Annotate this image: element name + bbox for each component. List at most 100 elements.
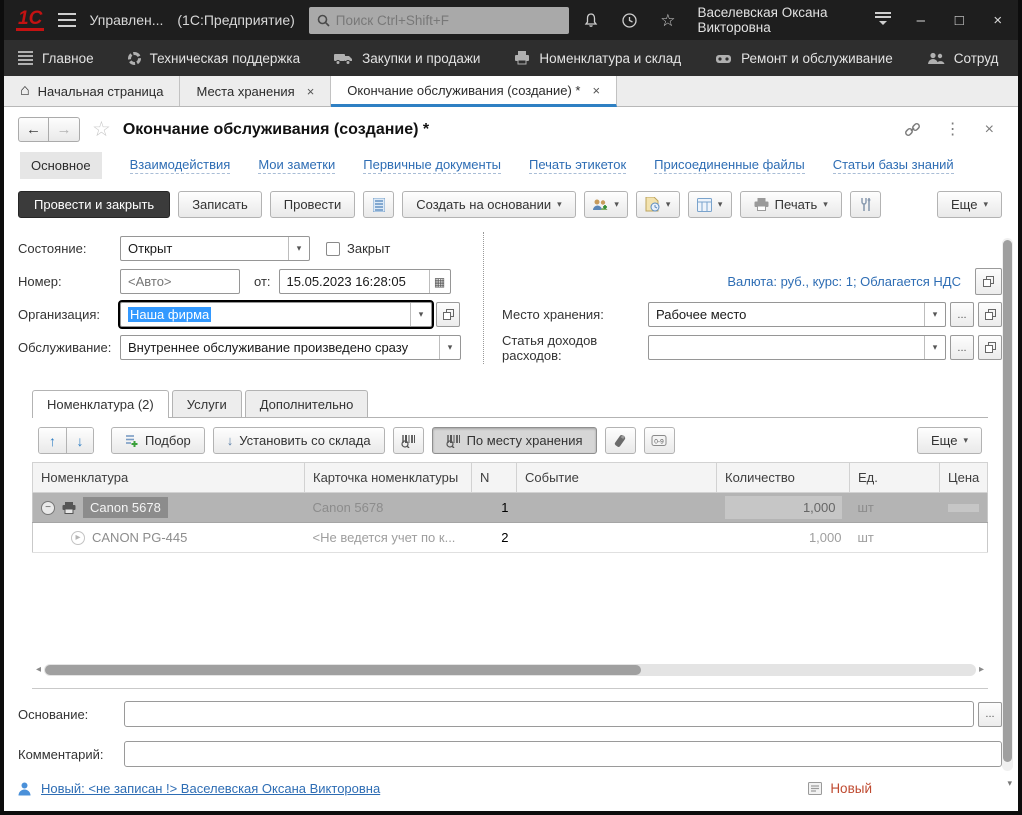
save-button[interactable]: Записать (178, 191, 262, 218)
col-unit[interactable]: Ед. (850, 463, 940, 493)
favorite-star-icon[interactable]: ☆ (92, 117, 111, 142)
number-input[interactable] (121, 274, 239, 289)
closed-checkbox[interactable] (326, 242, 340, 256)
move-row-up-button[interactable]: ↑ (39, 428, 66, 453)
item-unit[interactable]: шт (850, 523, 940, 553)
storage-place-combo[interactable]: Рабочее место ▾ (648, 302, 946, 327)
section-main[interactable]: Главное (18, 51, 94, 66)
close-tab-icon[interactable]: × (592, 83, 600, 98)
section-tech-support[interactable]: Техническая поддержка (128, 51, 301, 66)
service-settings-button[interactable] (850, 191, 881, 218)
link-attached-files[interactable]: Присоединенные файлы (654, 157, 805, 174)
global-search[interactable] (309, 7, 569, 34)
item-name[interactable]: Canon 5678 (83, 497, 168, 518)
item-name[interactable]: CANON PG-445 (92, 530, 187, 545)
set-from-warehouse-button[interactable]: ↓ Установить со склада (213, 427, 385, 454)
items-more-button[interactable]: Еще ▾ (917, 427, 982, 454)
service-combo[interactable]: Внутреннее обслуживание произведено сраз… (120, 335, 461, 360)
income-expense-choose-button[interactable]: ... (950, 335, 974, 360)
item-event[interactable] (517, 523, 717, 553)
service-menu-icon[interactable] (875, 12, 891, 29)
item-card[interactable]: Canon 5678 (305, 493, 472, 523)
col-quantity[interactable]: Количество (717, 463, 850, 493)
item-price[interactable] (940, 523, 988, 553)
link-my-notes[interactable]: Мои заметки (258, 157, 335, 174)
close-form-icon[interactable]: × (985, 122, 994, 138)
post-button[interactable]: Провести (270, 191, 356, 218)
deferred-document-button[interactable]: ▾ (636, 191, 680, 218)
tab-storage-places[interactable]: Места хранения × (180, 76, 331, 106)
col-nomenclature[interactable]: Номенклатура (33, 463, 305, 493)
comment-input[interactable] (124, 741, 1002, 767)
history-icon[interactable] (621, 12, 638, 29)
date-field[interactable]: 15.05.2023 16:28:05 ▦ (279, 269, 451, 294)
postings-dtkt-button[interactable] (363, 191, 394, 218)
favorites-star-icon[interactable]: ☆ (660, 12, 675, 29)
link-primary-documents[interactable]: Первичные документы (363, 157, 501, 174)
data-collection-terminal-button[interactable] (605, 427, 636, 454)
horizontal-scrollbar[interactable]: ◂ ▸ (36, 663, 984, 676)
storage-place-choose-button[interactable]: ... (950, 302, 974, 327)
print-button[interactable]: Печать ▾ (740, 191, 842, 218)
col-event[interactable]: Событие (517, 463, 717, 493)
link-interactions[interactable]: Взаимодействия (130, 157, 231, 174)
link-main[interactable]: Основное (20, 152, 102, 179)
state-combo[interactable]: Открыт ▾ (120, 236, 310, 261)
link-knowledge-base[interactable]: Статьи базы знаний (833, 157, 954, 174)
dropdown-arrow-icon[interactable]: ▾ (410, 303, 431, 326)
vertical-scrollbar[interactable] (1002, 238, 1013, 771)
back-button[interactable]: ← (18, 117, 49, 142)
section-nomenclature-warehouse[interactable]: Номенклатура и склад (514, 51, 681, 66)
forward-button[interactable]: → (49, 117, 80, 142)
scroll-right-arrow[interactable]: ▸ (979, 664, 984, 675)
link-label-printing[interactable]: Печать этикеток (529, 157, 626, 174)
dropdown-arrow-icon[interactable]: ▾ (924, 336, 945, 359)
open-storage-place-icon[interactable] (978, 302, 1002, 327)
scrollbar-thumb[interactable] (45, 665, 641, 675)
enter-quantity-button[interactable]: 0-9 (644, 427, 675, 454)
currency-info-link[interactable]: Валюта: руб., курс: 1; Облагается НДС (502, 274, 971, 289)
table-row[interactable]: ▸ CANON PG-445 <Не ведется учет по к... … (33, 523, 988, 553)
item-price[interactable] (940, 493, 988, 523)
get-link-icon[interactable] (904, 121, 921, 138)
table-row[interactable]: − Canon 5678 Canon 5678 1 1,000 (33, 493, 988, 523)
basis-input[interactable] (124, 701, 974, 727)
expand-row-icon[interactable]: ▸ (71, 531, 85, 545)
minimize-button[interactable]: – (913, 12, 929, 29)
maximize-button[interactable]: □ (951, 12, 967, 29)
item-card[interactable]: <Не ведется учет по к... (305, 523, 472, 553)
barcode-scan-button[interactable] (393, 427, 424, 454)
reports-button[interactable]: ▾ (688, 191, 732, 218)
assign-performer-button[interactable]: ▾ (584, 191, 628, 218)
scroll-down-arrow[interactable]: ▾ (1007, 778, 1012, 789)
section-employees[interactable]: Сотруд (927, 51, 999, 66)
dropdown-arrow-icon[interactable]: ▾ (924, 303, 945, 326)
scrollbar-thumb[interactable] (1003, 240, 1012, 762)
col-card[interactable]: Карточка номенклатуры (305, 463, 472, 493)
search-input[interactable] (336, 13, 561, 28)
tab-service-completion[interactable]: Окончание обслуживания (создание) * × (331, 76, 617, 107)
document-status-link[interactable]: Новый: <не записан !> Васелевская Оксана… (41, 781, 380, 796)
section-purchases-sales[interactable]: Закупки и продажи (334, 51, 480, 66)
section-repair-service[interactable]: Ремонт и обслуживание (715, 51, 893, 66)
item-quantity[interactable]: 1,000 (717, 523, 850, 553)
more-button[interactable]: Еще ▾ (937, 191, 1002, 218)
scroll-left-arrow[interactable]: ◂ (36, 664, 41, 675)
user-name[interactable]: Васелевская Оксана Викторовна (697, 5, 852, 35)
col-price[interactable]: Цена (940, 463, 988, 493)
more-menu-icon[interactable]: ⋮ (945, 122, 961, 138)
dropdown-arrow-icon[interactable]: ▾ (288, 237, 309, 260)
main-menu-icon[interactable] (58, 13, 75, 27)
tab-services[interactable]: Услуги (172, 390, 242, 417)
move-row-down-button[interactable]: ↓ (66, 428, 93, 453)
tab-home[interactable]: ⌂ Начальная страница (4, 76, 180, 106)
income-expense-item-combo[interactable]: ▾ (648, 335, 946, 360)
tab-nomenclature[interactable]: Номенклатура (2) (32, 390, 169, 418)
dropdown-arrow-icon[interactable]: ▾ (439, 336, 460, 359)
open-currency-icon[interactable] (975, 268, 1002, 295)
calendar-icon[interactable]: ▦ (429, 270, 450, 293)
open-income-expense-icon[interactable] (978, 335, 1002, 360)
item-quantity[interactable]: 1,000 (717, 493, 850, 523)
item-event[interactable] (517, 493, 717, 523)
basis-choose-button[interactable]: ... (978, 702, 1002, 727)
